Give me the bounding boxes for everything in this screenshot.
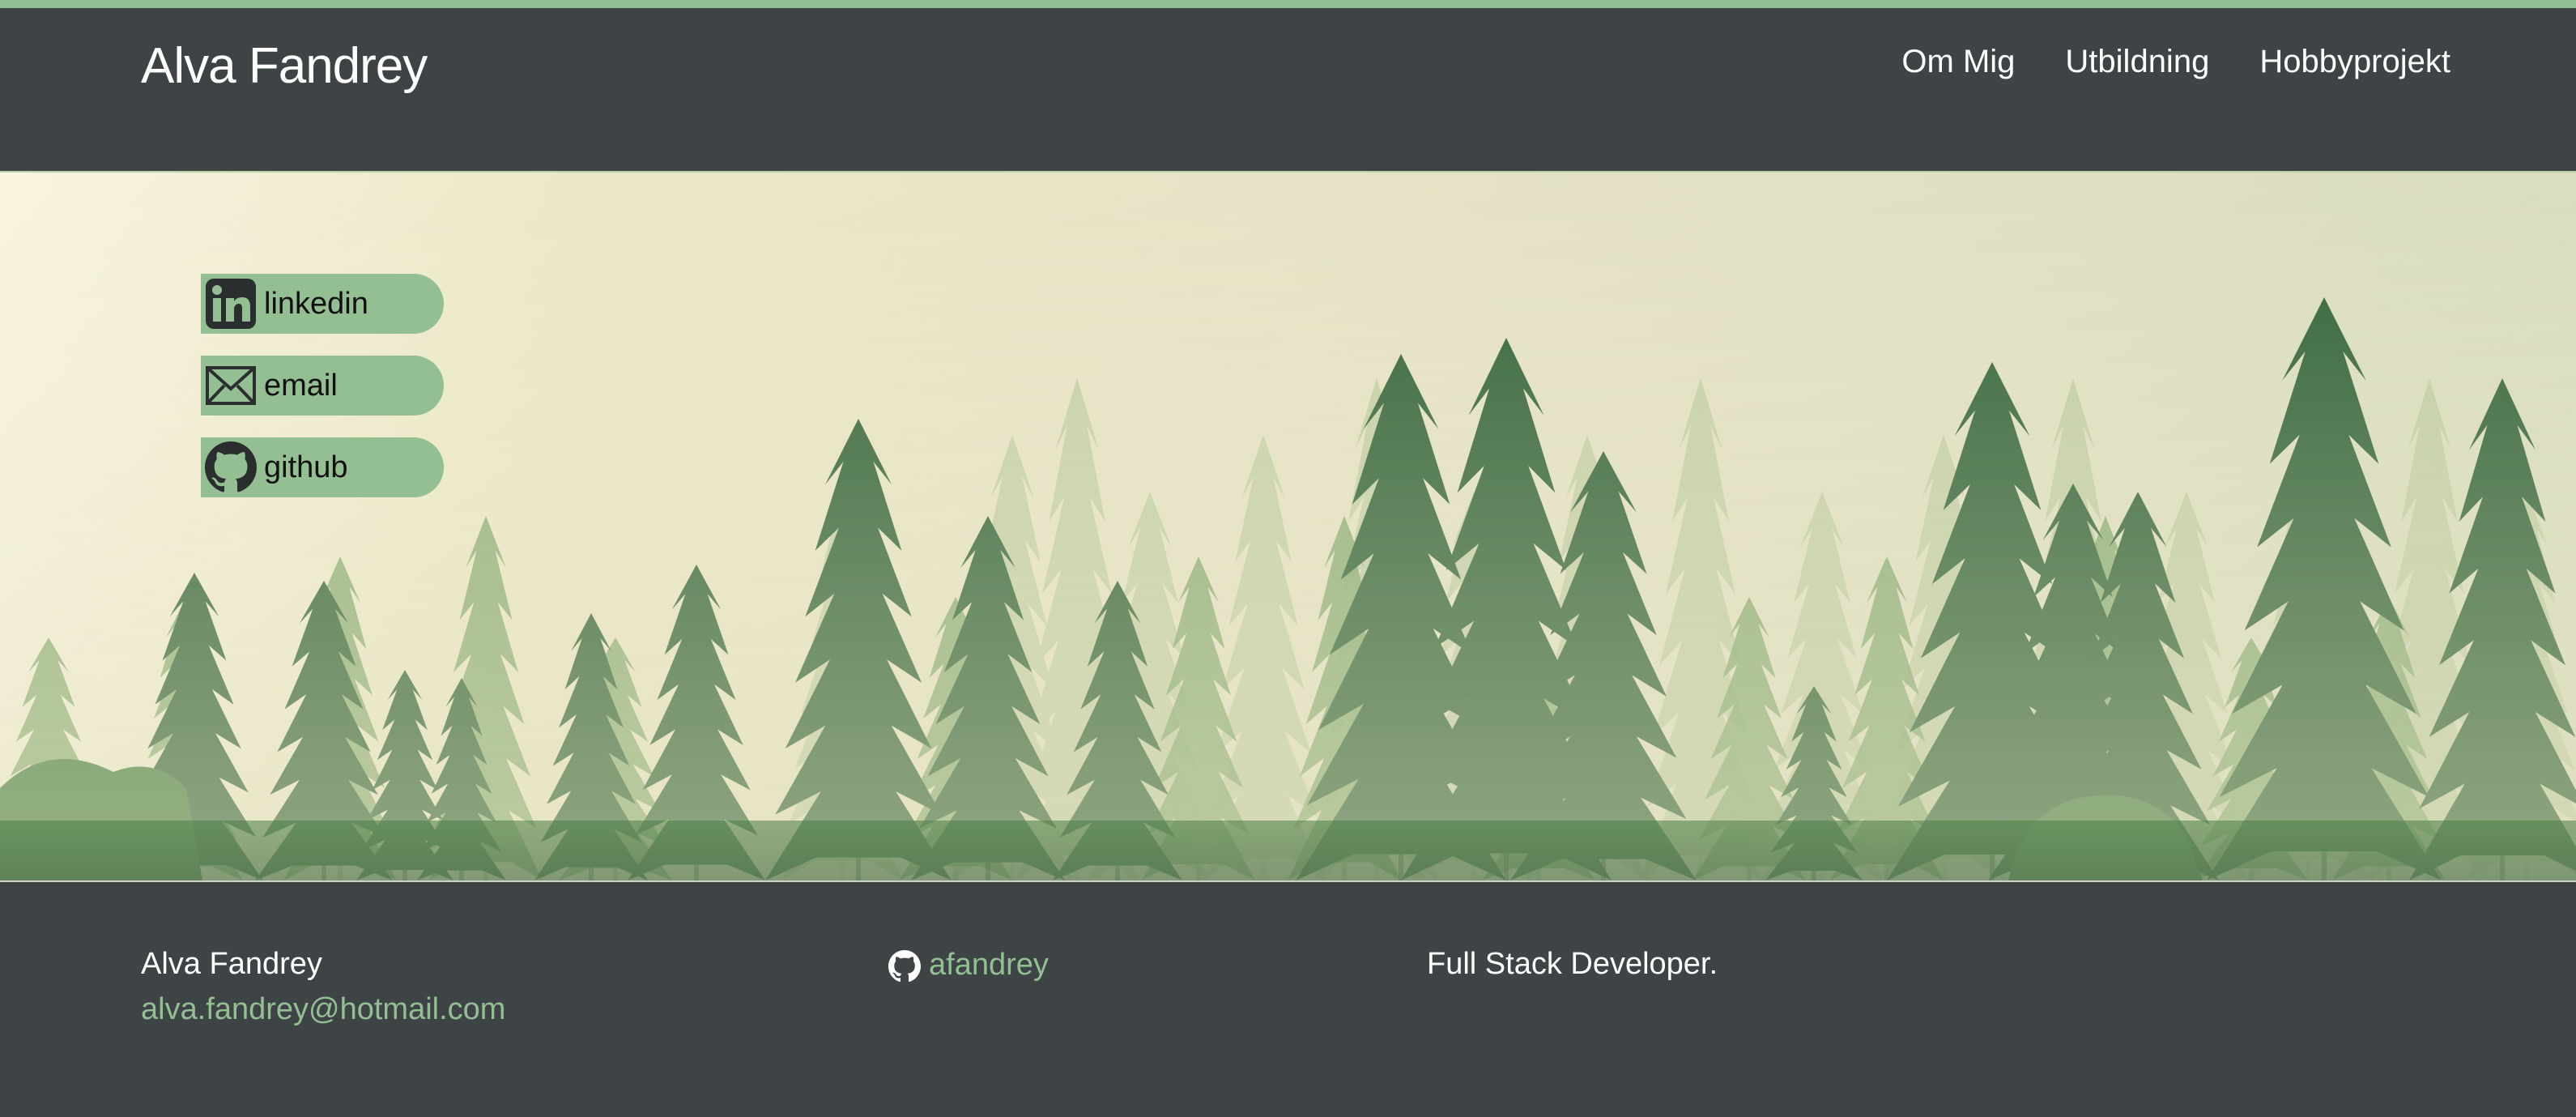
github-label: github [264,450,348,484]
social-links: linkedin email github [201,274,444,519]
linkedin-label: linkedin [264,286,368,321]
footer-github-handle: afandrey [929,947,1049,982]
email-label: email [264,368,338,403]
email-button[interactable]: email [201,356,444,416]
linkedin-button[interactable]: linkedin [201,274,444,334]
envelope-icon [204,359,258,412]
site-brand[interactable]: Alva Fandrey [141,37,428,95]
top-accent-stripe [0,0,2576,8]
site-header: Alva Fandrey Om Mig Utbildning Hobbyproj… [0,8,2576,173]
footer-tagline: Full Stack Developer. [1427,947,1718,981]
nav-hobbyprojekt[interactable]: Hobbyprojekt [2259,44,2450,80]
github-button[interactable]: github [201,437,444,497]
footer-email-link[interactable]: alva.fandrey@hotmail.com [141,992,505,1027]
github-icon [204,441,258,494]
site-footer: Alva Fandrey alva.fandrey@hotmail.com af… [0,882,2576,1117]
footer-name: Alva Fandrey [141,947,322,981]
linkedin-icon [204,277,258,330]
main-nav: Om Mig Utbildning Hobbyprojekt [1901,44,2450,80]
hero-banner: linkedin email github [0,173,2576,880]
nav-utbildning[interactable]: Utbildning [2065,44,2209,80]
github-icon [888,950,921,983]
nav-om-mig[interactable]: Om Mig [1901,44,2015,80]
footer-github-link[interactable]: afandrey [888,947,1049,983]
